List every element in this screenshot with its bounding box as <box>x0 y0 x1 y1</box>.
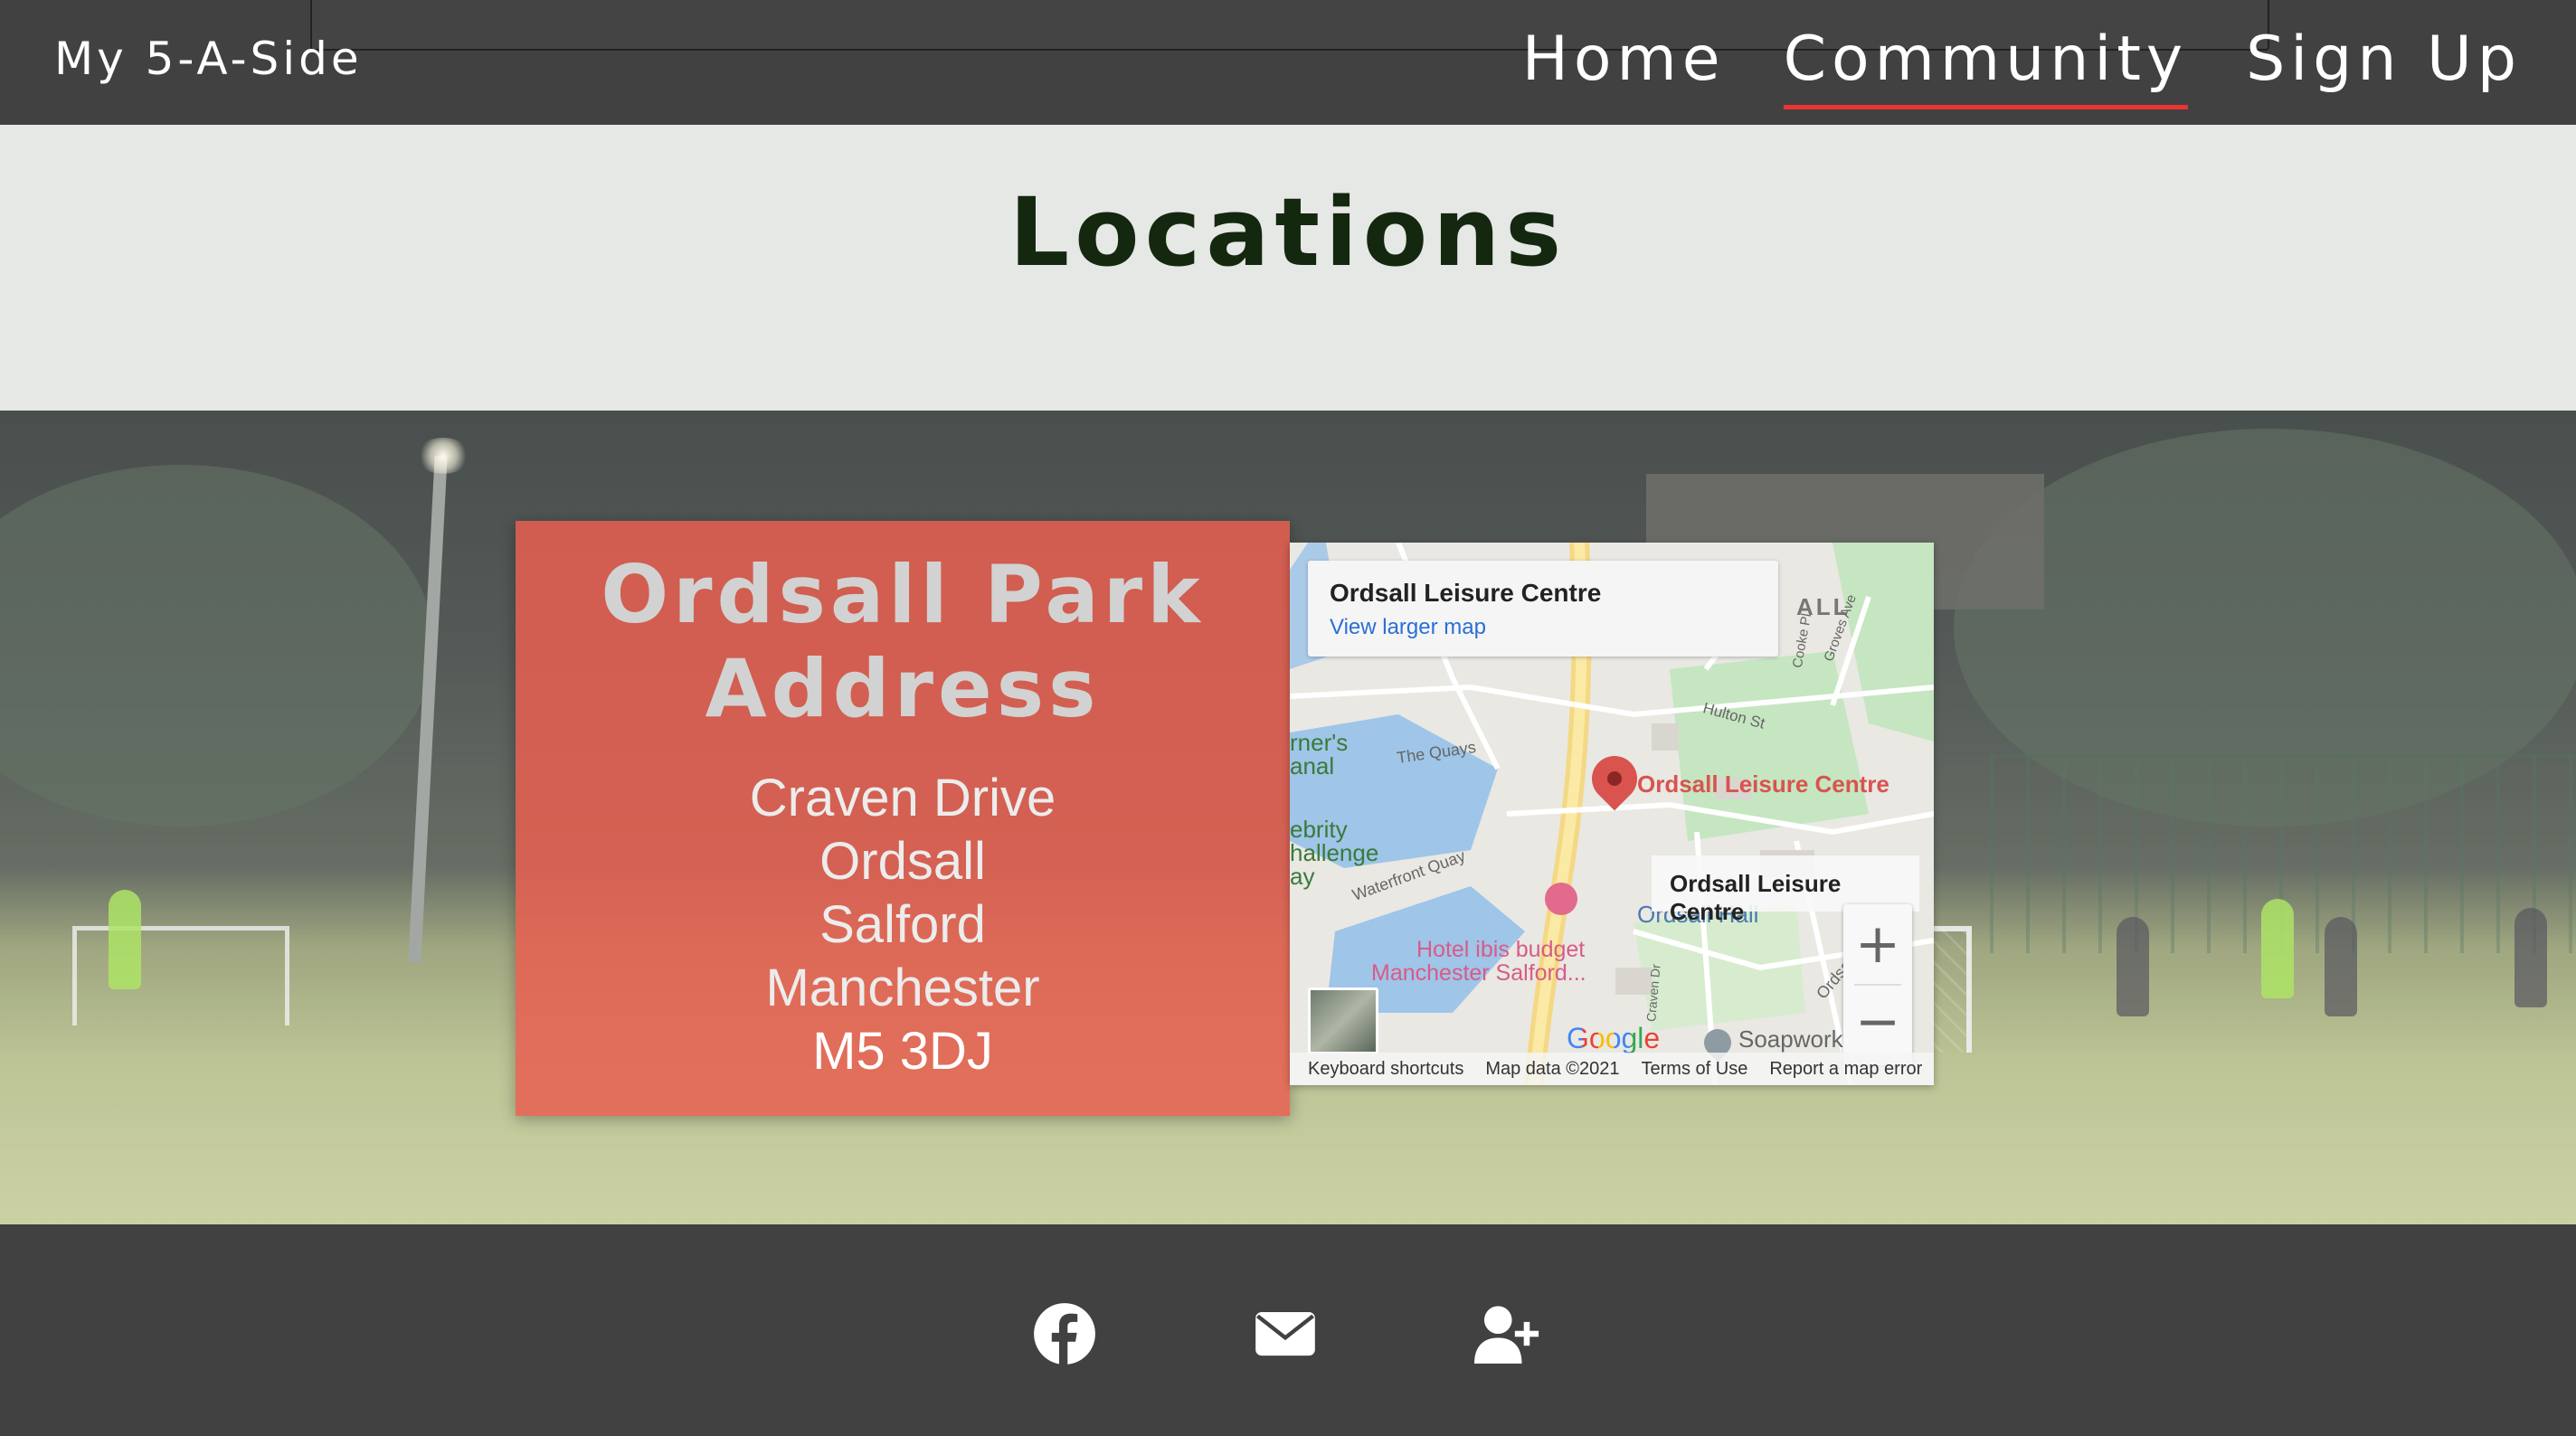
nav-links: Home Community Sign Up <box>1522 24 2522 109</box>
google-logo: Google <box>1567 1022 1660 1055</box>
facebook-icon[interactable] <box>1031 1302 1098 1365</box>
map-zoom-control: + − <box>1843 904 1912 1065</box>
hero-background: Ordsall Park Address Craven Drive Ordsal… <box>0 411 2576 1224</box>
zoom-in-button[interactable]: + <box>1843 908 1912 980</box>
google-logo-text: Google <box>1567 1022 1661 1054</box>
map-footer: Keyboard shortcuts Map data ©2021 Terms … <box>1290 1053 1934 1085</box>
map-label-soapworks[interactable]: Soapworks <box>1738 1025 1855 1053</box>
heading-band: Locations <box>0 125 2576 411</box>
facebook-icon-graphic <box>1034 1303 1095 1365</box>
nav-link-community[interactable]: Community <box>1783 24 2189 109</box>
footer-icons <box>1031 1302 1539 1365</box>
map-data-credit: Map data ©2021 <box>1485 1058 1620 1079</box>
map-label-celebrity-bot: ay <box>1290 863 1315 890</box>
address-lines: Craven Drive Ordsall Salford Manchester … <box>516 767 1290 1083</box>
page-title: Locations <box>1009 177 1567 288</box>
view-larger-map-link[interactable]: View larger map <box>1330 615 1757 640</box>
google-map[interactable]: The Quays Waterfront Quay Hulton St ALL … <box>1290 543 1934 1085</box>
address-area: Ordsall <box>819 832 986 891</box>
mail-icon[interactable] <box>1252 1302 1319 1365</box>
map-hover-label: Ordsall Leisure Centre <box>1652 855 1919 925</box>
address-card: Ordsall Park Address Craven Drive Ordsal… <box>516 521 1290 1116</box>
footer <box>0 1224 2576 1436</box>
nav-link-sign-up[interactable]: Sign Up <box>2246 24 2522 104</box>
address-postcode: M5 3DJ <box>812 1022 993 1081</box>
zoom-out-button[interactable]: − <box>1843 986 1912 1058</box>
map-info-title: Ordsall Leisure Centre <box>1330 579 1602 607</box>
terms-of-use-link[interactable]: Terms of Use <box>1642 1059 1748 1080</box>
map-label-hotel-sub[interactable]: Manchester Salford... <box>1371 960 1586 987</box>
report-map-error-link[interactable]: Report a map error <box>1769 1059 1922 1080</box>
hotel-pin-icon[interactable] <box>1545 883 1577 915</box>
mail-icon-graphic <box>1255 1311 1315 1356</box>
add-user-icon[interactable] <box>1473 1302 1539 1365</box>
keyboard-shortcuts-link[interactable]: Keyboard shortcuts <box>1308 1059 1463 1080</box>
map-label-hotel[interactable]: Hotel ibis budget <box>1416 937 1585 963</box>
map-info-window: Ordsall Leisure Centre View larger map <box>1308 561 1778 657</box>
nav-link-home[interactable]: Home <box>1522 24 1726 104</box>
satellite-toggle[interactable] <box>1308 987 1378 1054</box>
map-label-canal-bottom: anal <box>1290 752 1335 779</box>
address-region: Manchester <box>765 959 1040 1017</box>
add-user-icon-graphic <box>1474 1306 1539 1364</box>
brand-logo[interactable]: My 5-A-Side <box>54 33 363 85</box>
address-street: Craven Drive <box>749 769 1056 827</box>
navbar: My 5-A-Side Home Community Sign Up <box>0 0 2576 125</box>
map-pin-label[interactable]: Ordsall Leisure Centre <box>1637 770 1889 798</box>
address-card-title: Ordsall Park Address <box>601 548 1205 735</box>
address-city: Salford <box>819 895 986 954</box>
